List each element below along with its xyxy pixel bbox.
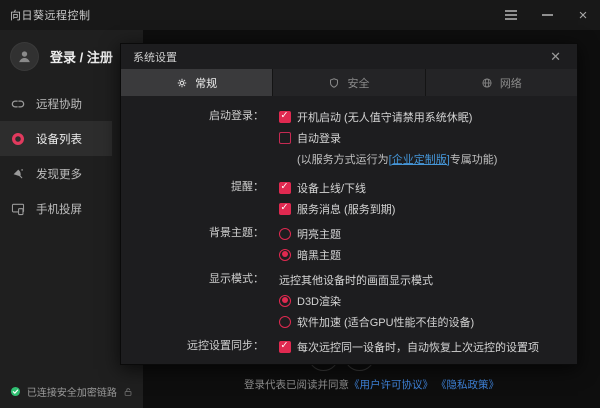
- tab-security[interactable]: 安全: [273, 69, 425, 96]
- startup-login-section: 启动登录： 开机启动 (无人值守请禁用系统休眠) 自动登录 (以服务方式运行为[…: [121, 106, 577, 169]
- tab-network[interactable]: 网络: [425, 69, 577, 96]
- settings-general-panel: 启动登录： 开机启动 (无人值守请禁用系统休眠) 自动登录 (以服务方式运行为[…: [121, 96, 577, 357]
- remote-settings-sync-section: 远控设置同步： 每次远控同一设备时，自动恢复上次远控的设置项: [121, 336, 577, 357]
- title-bar: 向日葵远程控制 ×: [0, 0, 600, 30]
- lock-icon[interactable]: [123, 386, 133, 398]
- hamburger-menu-icon: [505, 10, 517, 20]
- radio-unselected-icon: [279, 315, 291, 328]
- checkbox-device-online-offline[interactable]: 设备上线/下线: [279, 177, 395, 198]
- screen-cast-icon: [11, 202, 25, 216]
- shield-icon: [328, 77, 340, 89]
- display-mode-description: 远控其他设备时的画面显示模式: [279, 269, 474, 290]
- minimize-button[interactable]: [536, 4, 558, 26]
- sidebar-item-label: 远程协助: [36, 98, 82, 111]
- login-register-label: 登录 / 注册: [50, 50, 113, 65]
- checkbox-restore-last-settings[interactable]: 每次远控同一设备时，自动恢复上次远控的设置项: [279, 336, 539, 357]
- radio-d3d-render[interactable]: D3D渲染: [279, 290, 474, 311]
- radio-label: D3D渲染: [297, 295, 342, 308]
- sunflower-ring-icon: [11, 132, 25, 146]
- secure-status-text: 已连接安全加密链路: [26, 388, 117, 399]
- secure-link-status: 已连接安全加密链路: [0, 384, 143, 399]
- checkbox-label: 服务消息 (服务到期): [297, 203, 396, 216]
- checkbox-checked-icon: [279, 181, 291, 194]
- section-label: 背景主题：: [209, 227, 264, 239]
- section-label: 启动登录：: [209, 110, 264, 122]
- checkbox-service-message[interactable]: 服务消息 (服务到期): [279, 198, 395, 219]
- section-label: 提醒：: [231, 181, 264, 193]
- gear-icon: [176, 77, 188, 89]
- sidebar-item-label: 设备列表: [36, 133, 82, 146]
- note-suffix: 专属功能): [449, 153, 498, 166]
- tab-general[interactable]: 常规: [121, 69, 273, 96]
- enterprise-edition-link[interactable]: [企业定制版]: [389, 151, 450, 167]
- window-close-button[interactable]: ×: [572, 4, 594, 26]
- checkbox-label: 开机启动 (无人值守请禁用系统休眠): [297, 111, 473, 124]
- privacy-policy-link[interactable]: 《隐私政策》: [436, 379, 499, 391]
- radio-label: 软件加速 (适合GPU性能不佳的设备): [297, 316, 475, 329]
- main-menu-button[interactable]: [500, 4, 522, 26]
- handshake-link-icon: [11, 97, 25, 111]
- checkbox-label: 每次远控同一设备时，自动恢复上次远控的设置项: [297, 341, 539, 354]
- sidebar-item-discover-more[interactable]: 发现更多: [0, 156, 112, 191]
- radio-dark-theme[interactable]: 暗黑主题: [279, 244, 341, 265]
- license-agreement-link[interactable]: 《用户许可协议》: [349, 379, 433, 391]
- radio-software-acceleration[interactable]: 软件加速 (适合GPU性能不佳的设备): [279, 311, 474, 332]
- dialog-close-button[interactable]: ✕: [546, 48, 565, 65]
- app-title: 向日葵远程控制: [10, 10, 91, 22]
- section-label: 显示模式：: [209, 273, 264, 285]
- minimize-icon: [541, 14, 553, 16]
- sidebar-item-label: 发现更多: [36, 168, 82, 181]
- dialog-header: 系统设置 ✕: [121, 44, 577, 69]
- section-label: 远控设置同步：: [187, 340, 264, 352]
- checkbox-label: 自动登录: [297, 132, 341, 145]
- shield-check-icon: [10, 386, 21, 397]
- radio-light-theme[interactable]: 明亮主题: [279, 223, 341, 244]
- background-theme-section: 背景主题： 明亮主题 暗黑主题: [121, 223, 577, 265]
- dialog-title: 系统设置: [133, 51, 177, 64]
- checkbox-label: 设备上线/下线: [297, 182, 367, 195]
- display-mode-section: 显示模式： 远控其他设备时的画面显示模式 D3D渲染 软件加速 (适合GPU性能…: [121, 269, 577, 332]
- reminder-section: 提醒： 设备上线/下线 服务消息 (服务到期): [121, 177, 577, 219]
- radio-label: 暗黑主题: [297, 249, 341, 262]
- radio-selected-icon: [279, 248, 291, 261]
- satellite-dish-icon: [11, 167, 25, 181]
- avatar: [11, 43, 38, 70]
- radio-selected-icon: [279, 294, 291, 307]
- settings-tabs: 常规 安全 网络: [121, 69, 577, 96]
- agreement-text: 登录代表已阅读并同意《用户许可协议》 《隐私政策》: [143, 377, 600, 392]
- tab-label: 网络: [499, 77, 522, 90]
- close-icon: ×: [578, 6, 588, 24]
- globe-icon: [481, 77, 493, 89]
- system-settings-dialog: 系统设置 ✕ 常规 安全 网络 启动登录： ✓ 开机启动 (无人值守请禁用系统休…: [120, 43, 578, 365]
- description-text: 远控其他设备时的画面显示模式: [279, 274, 433, 287]
- checkbox-checked-icon: [279, 340, 291, 353]
- tab-label: 安全: [347, 77, 370, 90]
- note-prefix: (以服务方式运行为: [297, 153, 389, 166]
- agreement-prefix: 登录代表已阅读并同意: [244, 379, 350, 391]
- sidebar-item-remote-assist[interactable]: 远程协助: [0, 86, 112, 121]
- service-mode-note: (以服务方式运行为 [企业定制版] 专属功能): [279, 148, 497, 169]
- sidebar-item-label: 手机投屏: [36, 203, 82, 216]
- checkbox-boot-startup[interactable]: 开机启动 (无人值守请禁用系统休眠): [279, 106, 497, 127]
- checkbox-auto-login[interactable]: 自动登录: [279, 127, 497, 148]
- sidebar-item-screen-cast[interactable]: 手机投屏: [0, 191, 112, 226]
- radio-unselected-icon: [279, 227, 291, 240]
- sidebar-item-device-list[interactable]: 设备列表: [0, 121, 112, 156]
- person-icon: [19, 51, 30, 63]
- checkbox-checked-icon: [279, 202, 291, 215]
- checkbox-checked-icon: [279, 110, 291, 123]
- tab-label: 常规: [195, 77, 218, 90]
- radio-label: 明亮主题: [297, 228, 341, 241]
- app-window: 向日葵远程控制 × 登录 / 注册 远程协助 设备列表 发现更多 手机投屏 已连…: [0, 0, 600, 408]
- checkbox-unchecked-icon: [279, 131, 291, 144]
- window-controls: ×: [500, 0, 594, 30]
